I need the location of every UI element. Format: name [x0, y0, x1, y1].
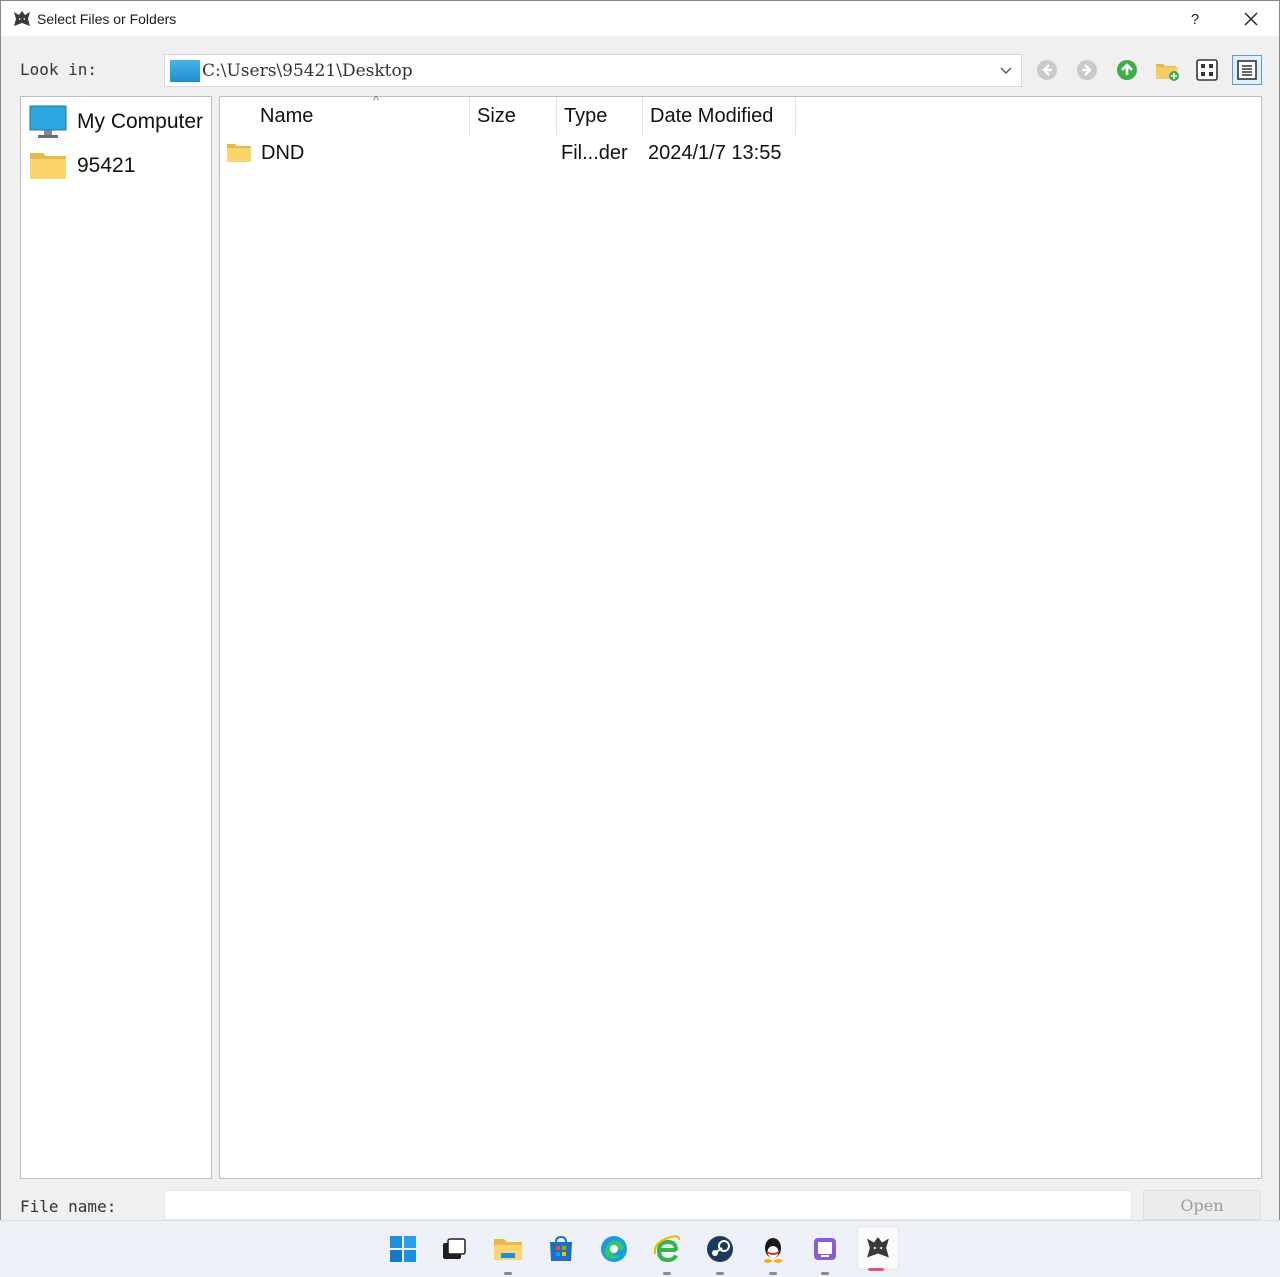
up-folder-button[interactable] — [1112, 55, 1142, 85]
look-in-combobox[interactable]: C:\Users\95421\Desktop — [164, 54, 1022, 87]
table-row[interactable]: DND Fil...der 2024/1/7 13:55 — [220, 137, 820, 169]
places-sidebar: My Computer 95421 — [20, 96, 212, 1179]
desktop-icon — [170, 59, 200, 82]
sidebar-item-label: My Computer — [77, 110, 204, 133]
taskbar-qq[interactable] — [755, 1231, 791, 1275]
taskbar-steam[interactable] — [702, 1231, 738, 1275]
column-header-date-modified[interactable]: Date Modified — [643, 97, 796, 135]
taskbar-wolf-app[interactable] — [858, 1227, 898, 1271]
icon-view-button[interactable] — [1192, 55, 1222, 85]
close-icon — [1244, 12, 1258, 26]
running-indicator — [504, 1272, 512, 1275]
file-name-label-text: File name: — [20, 1197, 117, 1216]
detail-view-button[interactable] — [1232, 55, 1262, 85]
column-label: Size — [477, 104, 516, 127]
steam-icon — [707, 1236, 733, 1262]
column-header-type[interactable]: Type — [557, 97, 643, 135]
up-folder-icon — [1117, 60, 1137, 80]
look-in-path: C:\Users\95421\Desktop — [202, 60, 413, 81]
qq-icon — [764, 1238, 782, 1263]
file-explorer-icon — [494, 1239, 522, 1260]
column-header-size[interactable]: Size — [470, 97, 557, 135]
back-icon — [1037, 60, 1057, 80]
running-indicator — [821, 1272, 829, 1275]
task-view-icon — [443, 1238, 466, 1259]
new-folder-button[interactable] — [1152, 55, 1182, 85]
detail-view-icon — [1237, 60, 1257, 80]
sidebar-item-my-computer[interactable]: My Computer — [29, 105, 203, 139]
sidebar-item-95421[interactable]: 95421 — [29, 151, 135, 181]
file-type-cell: Fil...der — [561, 141, 628, 164]
taskbar-ie[interactable] — [649, 1231, 685, 1275]
chevron-down-icon[interactable] — [997, 61, 1015, 79]
wolf-app-icon — [14, 10, 30, 26]
ie-icon — [653, 1235, 681, 1262]
help-button[interactable]: ? — [1167, 1, 1223, 37]
select-files-dialog: Select Files or Folders ? Look in: C:\Us… — [0, 0, 1280, 1220]
taskbar — [0, 1220, 1280, 1277]
edge-icon — [601, 1236, 627, 1262]
window-title: Select Files or Folders — [37, 10, 177, 27]
running-indicator — [716, 1272, 724, 1275]
open-button[interactable]: Open — [1143, 1190, 1261, 1220]
running-indicator — [663, 1272, 671, 1275]
column-label: Name — [260, 104, 314, 127]
taskbar-file-explorer[interactable] — [490, 1231, 526, 1275]
folder-icon — [227, 144, 251, 162]
forward-icon — [1077, 60, 1097, 80]
sidebar-item-label: 95421 — [77, 154, 136, 177]
forward-button[interactable] — [1072, 55, 1102, 85]
taskbar-start[interactable] — [385, 1231, 421, 1267]
column-header-name[interactable]: Name ^ — [253, 93, 470, 135]
taskbar-task-view[interactable] — [436, 1231, 472, 1267]
file-date-cell: 2024/1/7 13:55 — [648, 141, 782, 164]
file-name-label: File name: — [20, 1197, 116, 1216]
running-indicator — [769, 1272, 777, 1275]
windows-start-icon — [390, 1236, 416, 1262]
microsoft-store-icon — [550, 1235, 572, 1261]
active-indicator — [868, 1268, 884, 1271]
app-icon — [814, 1238, 836, 1260]
computer-icon — [29, 105, 67, 138]
file-name-cell: DND — [261, 141, 305, 164]
close-button[interactable] — [1223, 1, 1279, 37]
column-label: Date Modified — [650, 104, 774, 127]
title-bar: Select Files or Folders ? — [1, 0, 1279, 36]
file-name-input[interactable] — [164, 1190, 1132, 1220]
back-button[interactable] — [1032, 55, 1062, 85]
taskbar-app[interactable] — [807, 1231, 843, 1275]
wolf-app-icon — [867, 1237, 889, 1258]
column-label: Type — [564, 104, 608, 127]
new-folder-icon — [1156, 64, 1179, 81]
taskbar-microsoft-store[interactable] — [543, 1231, 579, 1267]
sort-indicator-icon: ^ — [373, 93, 380, 108]
look-in-label: Look in: — [20, 60, 98, 79]
icon-view-icon — [1196, 59, 1218, 81]
file-list: Name ^ Size Type Date Modified DND Fil..… — [219, 93, 1262, 1179]
folder-icon — [30, 153, 66, 179]
taskbar-edge[interactable] — [596, 1231, 632, 1267]
